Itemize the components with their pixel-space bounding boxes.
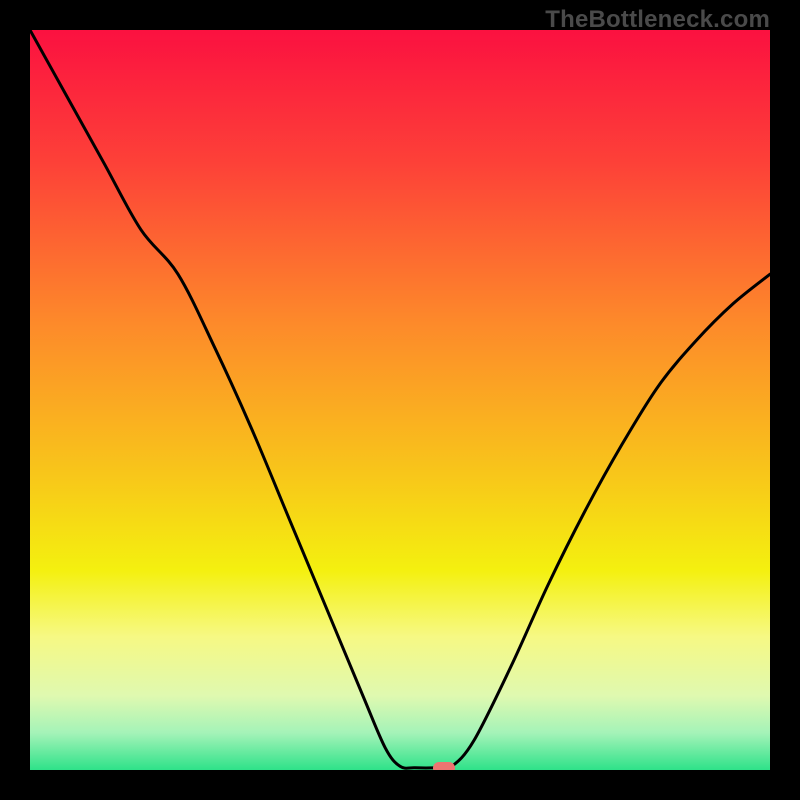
chart-frame: TheBottleneck.com bbox=[0, 0, 800, 800]
optimal-marker bbox=[433, 762, 455, 770]
plot-area bbox=[30, 30, 770, 770]
bottleneck-curve bbox=[30, 30, 770, 770]
watermark-text: TheBottleneck.com bbox=[545, 6, 770, 34]
